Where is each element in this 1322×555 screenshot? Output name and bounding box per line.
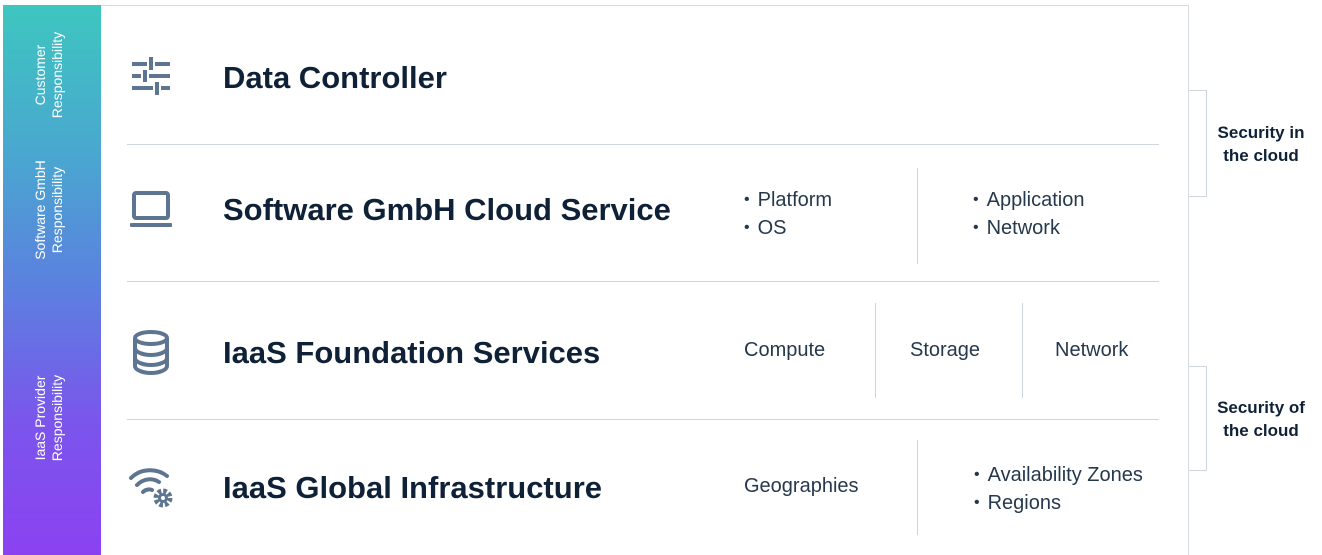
foundation-cell-network: Network <box>1055 339 1129 361</box>
list-item: Availability Zones <box>974 462 1143 490</box>
layer-title-data-controller: Data Controller <box>223 60 447 95</box>
layer-divider <box>127 281 1159 282</box>
layer-title-foundation-services: IaaS Foundation Services <box>223 335 601 370</box>
cloud-service-group-a: Platform OS <box>744 187 832 243</box>
layer-divider <box>127 419 1159 420</box>
column-separator <box>1022 303 1023 398</box>
security-of-cloud-bracket <box>1189 366 1207 471</box>
customer-responsibility-text: Customer Responsibility <box>32 31 65 119</box>
layer-divider <box>127 144 1159 145</box>
wifi-gear-icon <box>127 462 175 510</box>
list-item: Application <box>973 187 1085 215</box>
software-gmbh-responsibility-text: Software GmbH Responsibility <box>32 160 65 260</box>
security-in-cloud-bracket <box>1189 90 1207 197</box>
column-separator <box>917 168 918 264</box>
iaas-provider-responsibility-label: IaaS Provider Responsibility <box>0 330 98 505</box>
software-gmbh-responsibility-label: Software GmbH Responsibility <box>0 140 98 280</box>
column-separator <box>875 303 876 398</box>
list-item: Network <box>973 215 1084 243</box>
customer-responsibility-label: Customer Responsibility <box>0 5 98 145</box>
security-of-cloud-label: Security of the cloud <box>1217 398 1305 440</box>
sliders-icon <box>127 52 175 100</box>
list-item: Platform <box>744 187 832 215</box>
layer-title-global-infrastructure: IaaS Global Infrastructure <box>223 470 602 505</box>
column-separator <box>917 440 918 535</box>
layer-title-cloud-service: Software GmbH Cloud Service <box>223 192 671 227</box>
iaas-provider-responsibility-text: IaaS Provider Responsibility <box>32 374 65 461</box>
security-in-cloud-label: Security in the cloud <box>1217 123 1305 165</box>
foundation-cell-compute: Compute <box>744 339 826 361</box>
list-item: OS <box>744 215 832 243</box>
cloud-service-group-b: Application Network <box>973 187 1085 243</box>
global-infra-geographies: Geographies <box>744 475 859 497</box>
database-icon <box>127 328 175 376</box>
list-item: Regions <box>974 490 1143 518</box>
laptop-icon <box>127 186 175 234</box>
global-infra-group-b: Availability Zones Regions <box>974 462 1143 518</box>
foundation-cell-storage: Storage <box>910 339 981 361</box>
